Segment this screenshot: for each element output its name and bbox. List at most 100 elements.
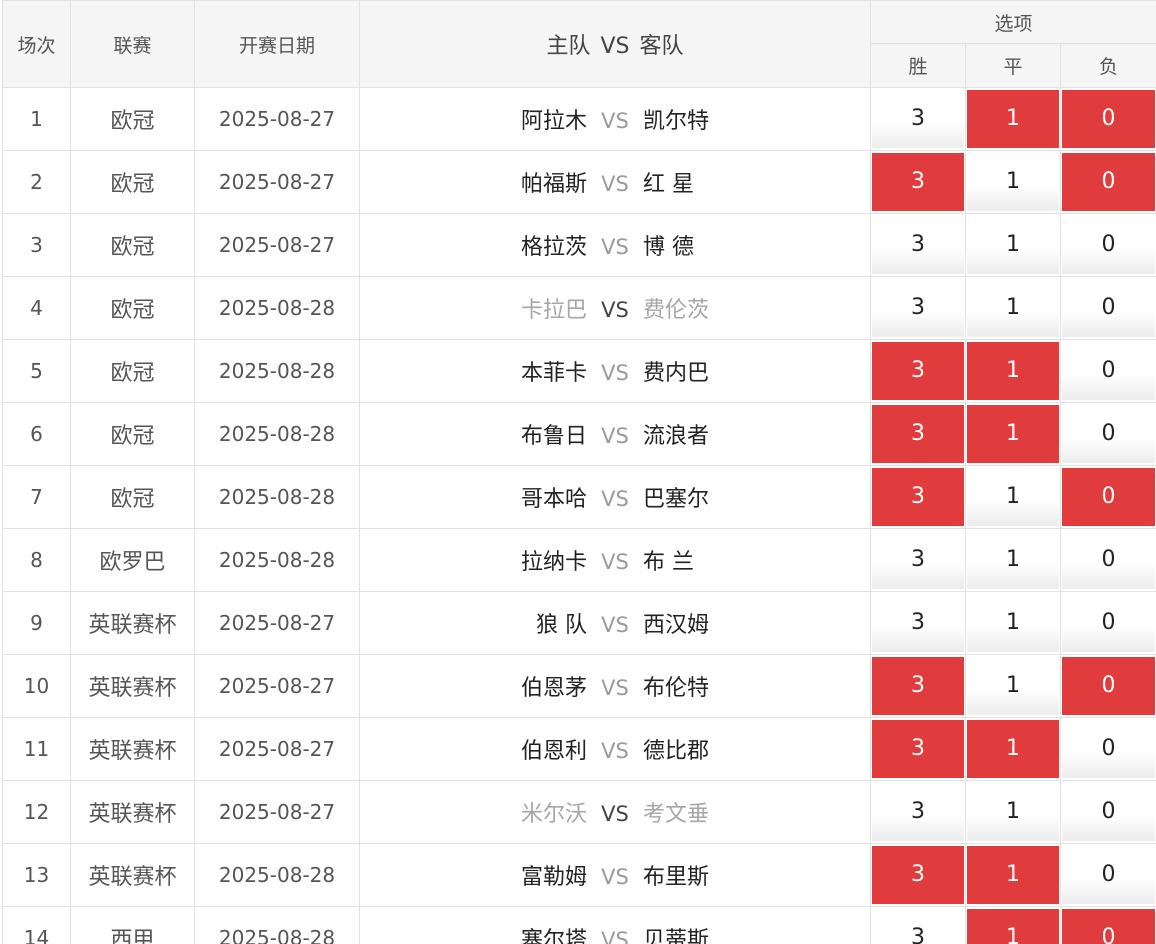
option-win-cell: 3 — [870, 717, 966, 781]
league-name: 欧冠 — [70, 276, 195, 340]
match-date: 2025-08-27 — [194, 87, 360, 151]
option-draw-cell: 1 — [965, 780, 1061, 844]
header-vs: VS — [600, 34, 630, 59]
option-loss-button[interactable]: 0 — [1062, 783, 1156, 841]
option-draw-button[interactable]: 1 — [967, 216, 1059, 274]
option-draw-cell: 1 — [965, 906, 1061, 944]
match-date: 2025-08-28 — [194, 528, 360, 592]
option-win-cell: 3 — [870, 591, 966, 655]
option-draw-button[interactable]: 1 — [967, 279, 1059, 337]
option-loss-button[interactable]: 0 — [1062, 90, 1156, 148]
option-draw-button[interactable]: 1 — [967, 594, 1059, 652]
option-draw-cell: 1 — [965, 591, 1061, 655]
away-team: 贝蒂斯 — [643, 928, 710, 944]
home-team: 格拉茨 — [520, 235, 587, 260]
option-loss-button[interactable]: 0 — [1062, 657, 1156, 715]
match-date: 2025-08-27 — [194, 150, 360, 214]
option-draw-button[interactable]: 1 — [967, 468, 1059, 526]
option-draw-cell: 1 — [965, 87, 1061, 151]
match-teams: 卡拉巴 VS 费伦茨 — [359, 276, 871, 340]
option-draw-button[interactable]: 1 — [967, 405, 1059, 463]
option-loss-button[interactable]: 0 — [1062, 531, 1156, 589]
table-row: 8 欧罗巴 2025-08-28 拉纳卡 VS 布 兰 310 — [2, 528, 1156, 592]
header-away: 客队 — [639, 34, 684, 59]
away-team: 德比郡 — [643, 739, 710, 764]
vs-label: VS — [601, 928, 629, 944]
option-loss-button[interactable]: 0 — [1062, 279, 1156, 337]
league-name: 欧冠 — [70, 150, 195, 214]
match-teams: 布鲁日 VS 流浪者 — [359, 402, 871, 466]
option-win-cell: 3 — [870, 339, 966, 403]
match-date: 2025-08-28 — [194, 276, 360, 340]
option-draw-button[interactable]: 1 — [967, 531, 1059, 589]
header-date: 开赛日期 — [194, 0, 360, 88]
header-options: 选项 — [869, 0, 1156, 44]
match-date: 2025-08-27 — [194, 591, 360, 655]
away-team: 巴塞尔 — [643, 487, 710, 512]
option-win-button[interactable]: 3 — [872, 279, 964, 337]
option-win-cell: 3 — [870, 465, 966, 529]
option-loss-cell: 0 — [1059, 87, 1156, 151]
match-number: 8 — [2, 528, 71, 592]
option-win-button[interactable]: 3 — [872, 909, 964, 944]
option-win-button[interactable]: 3 — [872, 216, 964, 274]
option-draw-button[interactable]: 1 — [967, 909, 1059, 944]
match-teams: 伯恩利 VS 德比郡 — [359, 717, 871, 781]
option-win-button[interactable]: 3 — [872, 846, 964, 904]
home-team: 伯恩茅 — [520, 676, 587, 701]
option-loss-button[interactable]: 0 — [1062, 153, 1156, 211]
match-number: 11 — [2, 717, 71, 781]
match-teams: 格拉茨 VS 博 德 — [359, 213, 871, 277]
option-draw-button[interactable]: 1 — [967, 846, 1059, 904]
option-loss-button[interactable]: 0 — [1062, 594, 1156, 652]
option-draw-cell: 1 — [965, 528, 1061, 592]
option-win-button[interactable]: 3 — [872, 90, 964, 148]
option-win-button[interactable]: 3 — [872, 153, 964, 211]
option-win-button[interactable]: 3 — [872, 531, 964, 589]
option-loss-button[interactable]: 0 — [1062, 909, 1156, 944]
option-win-button[interactable]: 3 — [872, 342, 964, 400]
option-loss-cell: 0 — [1059, 906, 1156, 944]
match-teams: 阿拉木 VS 凯尔特 — [359, 87, 871, 151]
match-teams: 狼 队 VS 西汉姆 — [359, 591, 871, 655]
table-row: 10 英联赛杯 2025-08-27 伯恩茅 VS 布伦特 3 1 0 — [2, 654, 1156, 718]
home-team: 本菲卡 — [520, 361, 587, 386]
option-win-button[interactable]: 3 — [872, 657, 964, 715]
option-draw-button[interactable]: 1 — [967, 720, 1059, 778]
home-team: 米尔沃 — [520, 802, 587, 827]
option-win-button[interactable]: 3 — [872, 468, 964, 526]
option-win-cell: 3 — [870, 213, 966, 277]
away-team: 博 德 — [643, 235, 694, 260]
option-loss-cell: 0 — [1059, 843, 1156, 907]
option-win-button[interactable]: 3 — [872, 783, 964, 841]
option-win-cell: 3 — [870, 87, 966, 151]
option-loss-button[interactable]: 0 — [1062, 216, 1156, 274]
option-loss-button[interactable]: 0 — [1062, 720, 1156, 778]
league-name: 英联赛杯 — [70, 591, 195, 655]
table-row: 9 英联赛杯 2025-08-27 狼 队 VS 西汉姆 3 1 0 — [2, 591, 1156, 655]
option-draw-button[interactable]: 1 — [967, 90, 1059, 148]
option-draw-button[interactable]: 1 — [967, 153, 1059, 211]
option-win-button[interactable]: 3 — [872, 720, 964, 778]
option-draw-button[interactable]: 1 — [967, 342, 1059, 400]
option-draw-button[interactable]: 1 — [967, 783, 1059, 841]
option-win-button[interactable]: 3 — [872, 405, 964, 463]
option-draw-cell: 1 — [965, 717, 1061, 781]
option-win-button[interactable]: 3 — [872, 594, 964, 652]
home-team: 阿拉木 — [520, 109, 587, 134]
header-win: 胜 — [870, 43, 966, 88]
table-header: 场次 联赛 开赛日期 主队 VS 客队 选项 胜 平 负 — [2, 0, 1156, 88]
vs-label: VS — [601, 424, 629, 448]
option-loss-button[interactable]: 0 — [1062, 342, 1156, 400]
vs-label: VS — [601, 865, 629, 889]
league-name: 英联赛杯 — [70, 780, 195, 844]
option-draw-button[interactable]: 1 — [967, 657, 1059, 715]
match-number: 12 — [2, 780, 71, 844]
header-match-no: 场次 — [2, 0, 71, 88]
option-loss-button[interactable]: 0 — [1062, 405, 1156, 463]
match-number: 9 — [2, 591, 71, 655]
option-loss-cell: 0 — [1059, 276, 1156, 340]
match-date: 2025-08-27 — [194, 213, 360, 277]
option-loss-button[interactable]: 0 — [1062, 468, 1156, 526]
option-loss-button[interactable]: 0 — [1062, 846, 1156, 904]
